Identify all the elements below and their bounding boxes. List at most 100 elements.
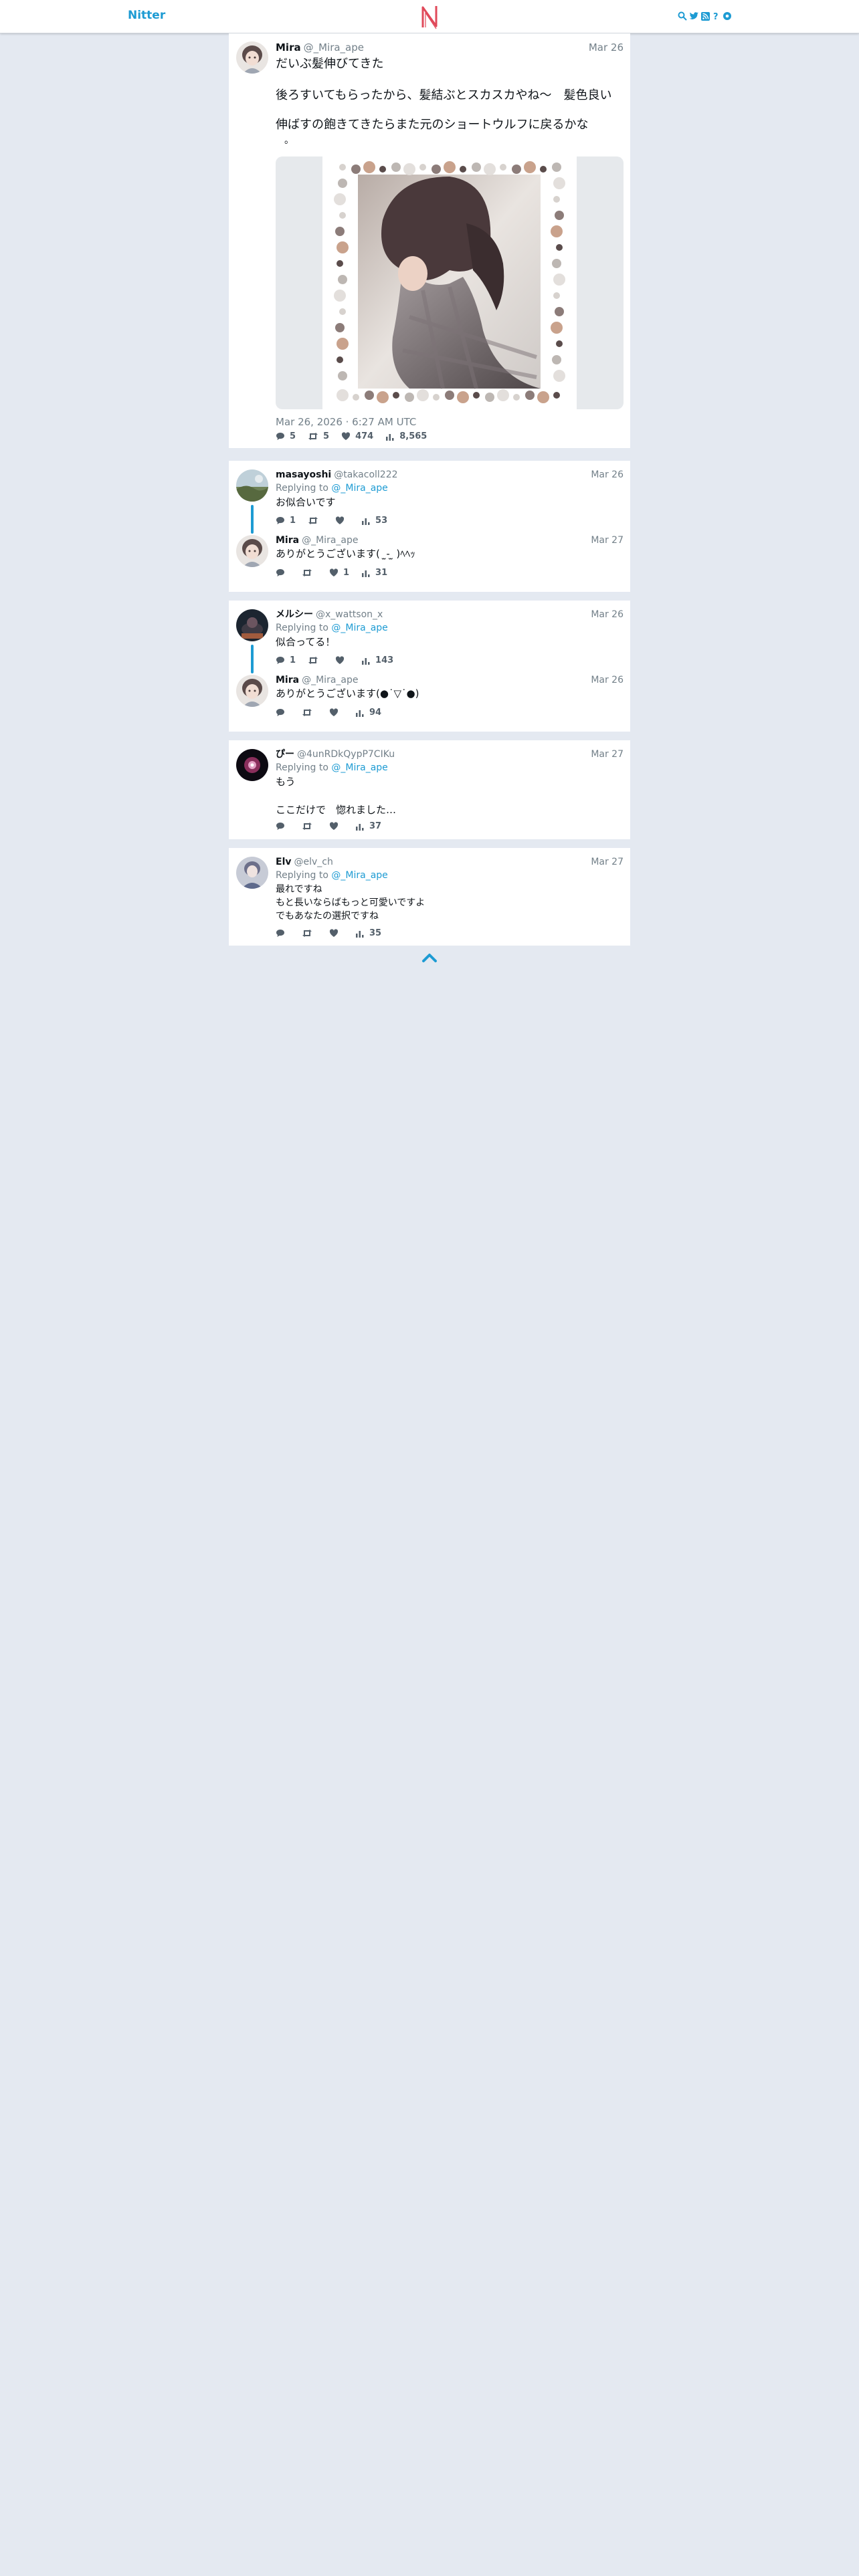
reply-tweet[interactable]: Mira @_Mira_ape Mar 27 ありがとうございます( ̫- ̫ )… (229, 532, 630, 592)
retweets-stat[interactable] (302, 822, 317, 831)
tweet-stats: 5 5 474 8,565 (276, 430, 439, 442)
heart-icon (329, 708, 339, 716)
retweets-stat[interactable] (302, 708, 317, 717)
likes-stat[interactable]: 474 (341, 431, 373, 441)
retweets-stat[interactable] (308, 516, 323, 525)
views-stat[interactable]: 31 (361, 568, 387, 578)
reply-tweet[interactable]: ぴー @4unRDkQypP7CIKu Mar 27 Replying to @_… (229, 740, 630, 839)
username[interactable]: @takacoll222 (334, 469, 397, 480)
username[interactable]: @elv_ch (294, 857, 333, 867)
decorative-dot (363, 161, 375, 173)
replies-stat[interactable] (276, 708, 290, 717)
username[interactable]: @_Mira_ape (304, 41, 364, 53)
mention-link[interactable]: @_Mira_ape (331, 870, 387, 881)
replies-stat[interactable]: 1 (276, 516, 296, 526)
tweet-date[interactable]: Mar 26 (591, 674, 624, 686)
twitter-bird-icon[interactable] (689, 11, 699, 21)
reply-tweet[interactable]: masayoshi @takacoll222 Mar 26 Replying to… (229, 461, 630, 534)
decorative-dot (513, 394, 520, 401)
search-icon[interactable] (678, 11, 687, 21)
replies-stat[interactable] (276, 822, 290, 831)
fullname[interactable]: masayoshi (276, 469, 331, 480)
views-stat[interactable]: 143 (361, 655, 393, 665)
decorative-dot (393, 392, 399, 399)
view-count: 35 (369, 928, 382, 938)
comment-icon (276, 656, 284, 664)
fullname[interactable]: Mira (276, 535, 299, 546)
comment-icon (276, 516, 284, 524)
avatar[interactable] (236, 857, 268, 889)
replies-stat[interactable]: 5 (276, 431, 296, 441)
retweets-stat[interactable] (302, 568, 317, 577)
decorative-dot (334, 290, 346, 302)
username[interactable]: @_Mira_ape (302, 675, 358, 685)
tweet-date[interactable]: Mar 27 (591, 856, 624, 868)
mention-link[interactable]: @_Mira_ape (331, 762, 387, 773)
replies-stat[interactable]: 1 (276, 655, 296, 665)
reply-tweet[interactable]: Mira @_Mira_ape Mar 26 ありがとうございます(●˙▽˙●) … (229, 672, 630, 732)
retweets-stat[interactable]: 5 (308, 431, 329, 441)
tweet-image[interactable] (276, 156, 624, 409)
replies-stat[interactable] (276, 929, 290, 938)
replies-stat[interactable] (276, 568, 290, 577)
fullname[interactable]: Mira (276, 41, 301, 53)
views-stat[interactable]: 8,565 (385, 431, 427, 441)
views-stat[interactable]: 94 (355, 708, 381, 718)
tweet-date[interactable]: Mar 26 (591, 609, 624, 621)
view-count: 31 (375, 567, 388, 578)
username[interactable]: @x_wattson_x (316, 609, 383, 620)
view-count: 53 (375, 515, 388, 526)
likes-stat[interactable] (329, 928, 343, 938)
retweets-stat[interactable] (308, 656, 323, 665)
fullname[interactable]: ぴー (276, 749, 294, 760)
views-stat[interactable]: 53 (361, 516, 387, 526)
mention-link[interactable]: @_Mira_ape (331, 483, 387, 494)
decorative-dot (552, 355, 561, 364)
views-stat[interactable]: 37 (355, 821, 381, 831)
reply-tweet[interactable]: Elv @elv_ch Mar 27 Replying to @_Mira_ape… (229, 848, 630, 946)
info-icon[interactable]: ? (712, 11, 721, 21)
decorative-dot (551, 225, 563, 237)
likes-stat[interactable] (329, 708, 343, 717)
likes-stat[interactable] (335, 516, 349, 525)
avatar[interactable] (236, 535, 268, 567)
tweet-date[interactable]: Mar 27 (591, 748, 624, 760)
decorative-dot (524, 161, 536, 173)
tweet-date[interactable]: Mar 27 (591, 534, 624, 546)
fullname[interactable]: Mira (276, 675, 299, 685)
published-date[interactable]: Mar 26, 2026 · 6:27 AM UTC (276, 416, 416, 428)
rss-icon[interactable] (701, 11, 710, 21)
brand-link[interactable]: Nitter (128, 9, 165, 22)
nitter-logo-icon[interactable] (419, 3, 440, 30)
tweet-text: 似合ってる！ (276, 636, 336, 648)
avatar[interactable] (236, 609, 268, 641)
main-tweet[interactable]: Mira @_Mira_ape Mar 26 だいぶ髪伸びてきた 後ろすいてもらっ… (229, 33, 630, 448)
tweet-date[interactable]: Mar 26 (591, 469, 624, 481)
views-chart-icon (362, 657, 370, 665)
replying-to: Replying to @_Mira_ape (276, 762, 388, 774)
decorative-dot (351, 165, 361, 174)
username[interactable]: @4unRDkQypP7CIKu (297, 749, 395, 760)
avatar[interactable] (236, 675, 268, 707)
avatar[interactable] (236, 469, 268, 502)
tweet-date[interactable]: Mar 26 (589, 41, 624, 53)
fullname[interactable]: Elv (276, 857, 292, 867)
heart-icon (335, 516, 345, 524)
likes-stat[interactable] (335, 655, 349, 665)
likes-stat[interactable]: 1 (329, 568, 349, 578)
mention-link[interactable]: @_Mira_ape (331, 623, 387, 633)
reply-tweet[interactable]: メルシー @x_wattson_x Mar 26 Replying to @_Mi… (229, 601, 630, 673)
gear-icon[interactable] (723, 11, 732, 21)
likes-stat[interactable] (329, 821, 343, 831)
fullname[interactable]: メルシー (276, 609, 313, 620)
views-stat[interactable]: 35 (355, 928, 381, 938)
avatar[interactable] (236, 41, 268, 74)
reply-count: 1 (290, 515, 296, 526)
avatar[interactable] (236, 749, 268, 781)
retweets-stat[interactable] (302, 929, 317, 938)
decorative-dot (472, 163, 481, 172)
back-to-top-arrow-icon[interactable] (420, 951, 439, 964)
decorative-dot (553, 196, 560, 203)
username[interactable]: @_Mira_ape (302, 535, 358, 546)
tweet-header: Mira @_Mira_ape Mar 26 (276, 41, 624, 53)
